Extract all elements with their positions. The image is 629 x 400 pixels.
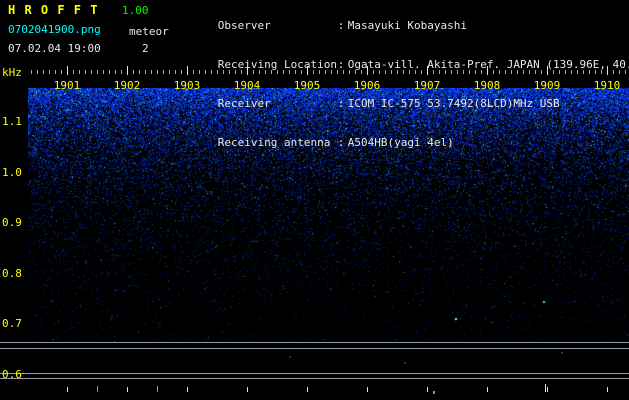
info-colon: : xyxy=(337,136,345,149)
tick-mark xyxy=(545,384,546,392)
tick-mark xyxy=(289,356,291,358)
freq-label: 1.1 xyxy=(2,115,22,128)
tick-mark xyxy=(607,387,608,392)
info-label: Receiver xyxy=(217,97,271,110)
freq-label: 0.6 xyxy=(2,368,22,381)
time-label: 1909 xyxy=(533,79,561,92)
time-label: 1907 xyxy=(413,79,441,92)
info-value: ICOM IC-575 53.7492(8LCD)MHz USB xyxy=(347,97,560,110)
time-label: 1906 xyxy=(353,79,381,92)
level-grid-line xyxy=(0,348,629,349)
app-title: H R O F F T xyxy=(8,3,99,17)
freq-label: 0.7 xyxy=(2,317,22,330)
freq-unit-label: kHz xyxy=(2,66,22,79)
time-minor-ticks xyxy=(31,70,629,74)
tick-mark xyxy=(487,66,488,75)
tick-mark xyxy=(367,66,368,75)
observation-datetime: 07.02.04 19:00 xyxy=(8,42,101,55)
freq-label: 0.8 xyxy=(2,267,22,280)
tick-mark xyxy=(427,387,428,392)
level-grid-line xyxy=(0,373,629,374)
tick-mark xyxy=(547,66,548,75)
tick-mark xyxy=(547,387,548,392)
mode-label: meteor xyxy=(129,25,169,38)
tick-mark xyxy=(487,387,488,392)
info-value: A504HB(yagi 4el) xyxy=(347,136,454,149)
tick-mark xyxy=(157,386,158,392)
hrofft-window: H R O F F T 1.00 0702041900.png meteor 0… xyxy=(0,0,629,400)
tick-mark xyxy=(67,66,68,75)
time-label: 1904 xyxy=(233,79,261,92)
tick-mark xyxy=(127,387,128,392)
time-label: 1903 xyxy=(173,79,201,92)
tick-mark xyxy=(307,387,308,392)
app-version: 1.00 xyxy=(122,4,149,17)
time-label: 1902 xyxy=(113,79,141,92)
tick-mark xyxy=(404,362,406,364)
tick-mark xyxy=(97,386,98,392)
info-value: Masayuki Kobayashi xyxy=(347,19,467,32)
time-label: 1908 xyxy=(473,79,501,92)
level-grid-line xyxy=(0,378,629,379)
tick-mark xyxy=(561,352,563,354)
info-label: Receiving antenna xyxy=(217,136,331,149)
tick-mark xyxy=(607,66,608,75)
info-colon: : xyxy=(337,97,345,110)
time-label: 1901 xyxy=(53,79,81,92)
freq-label: 1.0 xyxy=(2,166,22,179)
level-grid-line xyxy=(0,342,629,343)
tick-mark xyxy=(433,391,435,394)
output-filename: 0702041900.png xyxy=(8,23,101,36)
tick-mark xyxy=(187,66,188,75)
meteor-count: 2 xyxy=(142,42,149,55)
tick-mark xyxy=(247,66,248,75)
tick-mark xyxy=(247,387,248,392)
tick-mark xyxy=(67,387,68,392)
info-row-observer: Observer: Masayuki Kobayashi xyxy=(178,6,629,45)
freq-label: 0.9 xyxy=(2,216,22,229)
tick-mark xyxy=(127,66,128,75)
info-colon: : xyxy=(337,19,345,32)
info-label: Observer xyxy=(217,19,271,32)
tick-mark xyxy=(367,387,368,392)
tick-mark xyxy=(427,66,428,75)
tick-mark xyxy=(187,387,188,392)
info-row-antenna: Receiving antenna: A504HB(yagi 4el) xyxy=(178,123,629,162)
tick-mark xyxy=(307,66,308,75)
time-label: 1905 xyxy=(293,79,321,92)
time-label: 1910 xyxy=(593,79,621,92)
